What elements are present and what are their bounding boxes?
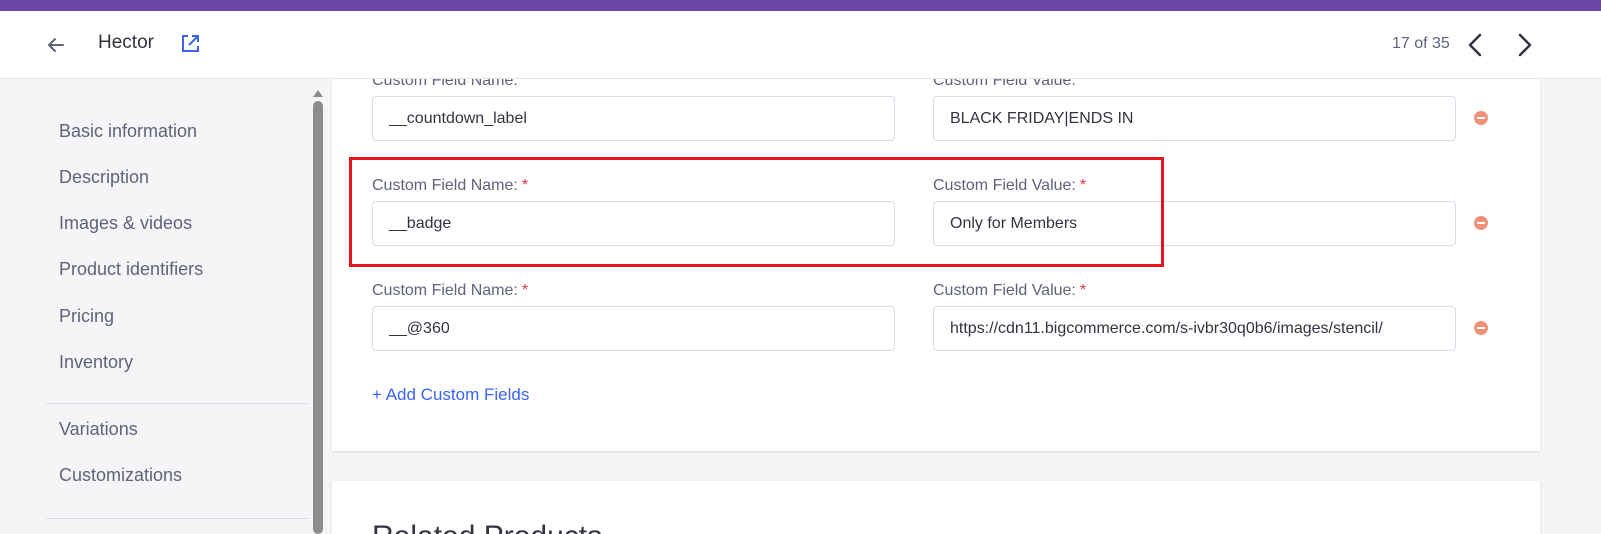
custom-field-name-input[interactable] bbox=[372, 201, 895, 246]
minus-circle-icon bbox=[1474, 321, 1488, 335]
sidebar-item-inventory[interactable]: Inventory bbox=[59, 352, 133, 373]
sidebar-divider bbox=[46, 518, 308, 519]
custom-field-value-input[interactable] bbox=[933, 306, 1456, 351]
minus-circle-icon bbox=[1474, 111, 1488, 125]
external-link-icon bbox=[182, 35, 199, 52]
remove-custom-field-button[interactable] bbox=[1473, 320, 1489, 336]
related-products-title: Related Products bbox=[372, 520, 602, 534]
custom-field-name-input[interactable] bbox=[372, 96, 895, 141]
custom-field-name-label: Custom Field Name: * bbox=[372, 282, 529, 299]
custom-field-value-input[interactable] bbox=[933, 201, 1456, 246]
scrollbar-thumb[interactable] bbox=[313, 101, 323, 534]
sidebar-item-product-identifiers[interactable]: Product identifiers bbox=[59, 259, 203, 280]
top-accent-bar bbox=[0, 0, 1601, 11]
remove-custom-field-button[interactable] bbox=[1473, 215, 1489, 231]
custom-field-value-label: Custom Field Value: * bbox=[933, 282, 1087, 299]
arrow-left-icon bbox=[48, 38, 64, 52]
sidebar-item-pricing[interactable]: Pricing bbox=[59, 306, 114, 327]
sidebar-divider bbox=[46, 403, 308, 404]
sidebar-item-images-videos[interactable]: Images & videos bbox=[59, 213, 192, 234]
sidebar-item-description[interactable]: Description bbox=[59, 167, 149, 188]
page-title: Hector bbox=[98, 32, 154, 53]
previous-product-button[interactable] bbox=[1462, 31, 1490, 59]
next-product-button[interactable] bbox=[1510, 31, 1538, 59]
add-custom-fields-link[interactable]: + Add Custom Fields bbox=[372, 385, 529, 405]
triangle-up-icon bbox=[313, 90, 323, 97]
scroll-up-arrow[interactable] bbox=[312, 85, 324, 97]
open-external-button[interactable] bbox=[178, 32, 202, 56]
sidebar-item-variations[interactable]: Variations bbox=[59, 419, 138, 440]
custom-field-name-input[interactable] bbox=[372, 306, 895, 351]
chevron-right-icon bbox=[1518, 33, 1532, 57]
minus-circle-icon bbox=[1474, 216, 1488, 230]
pager-count: 17 of 35 bbox=[1392, 35, 1450, 52]
remove-custom-field-button[interactable] bbox=[1473, 110, 1489, 126]
sidebar-nav: Basic information Description Images & v… bbox=[0, 80, 310, 534]
custom-field-name-label: Custom Field Name: * bbox=[372, 177, 529, 194]
custom-field-value-label: Custom Field Value: * bbox=[933, 177, 1087, 194]
chevron-left-icon bbox=[1468, 33, 1482, 57]
header-overlay: Hector 17 of 35 bbox=[0, 11, 1601, 79]
back-button[interactable] bbox=[44, 33, 68, 57]
sidebar-item-basic-information[interactable]: Basic information bbox=[59, 121, 197, 142]
custom-field-value-input[interactable] bbox=[933, 96, 1456, 141]
sidebar-item-customizations[interactable]: Customizations bbox=[59, 465, 182, 486]
